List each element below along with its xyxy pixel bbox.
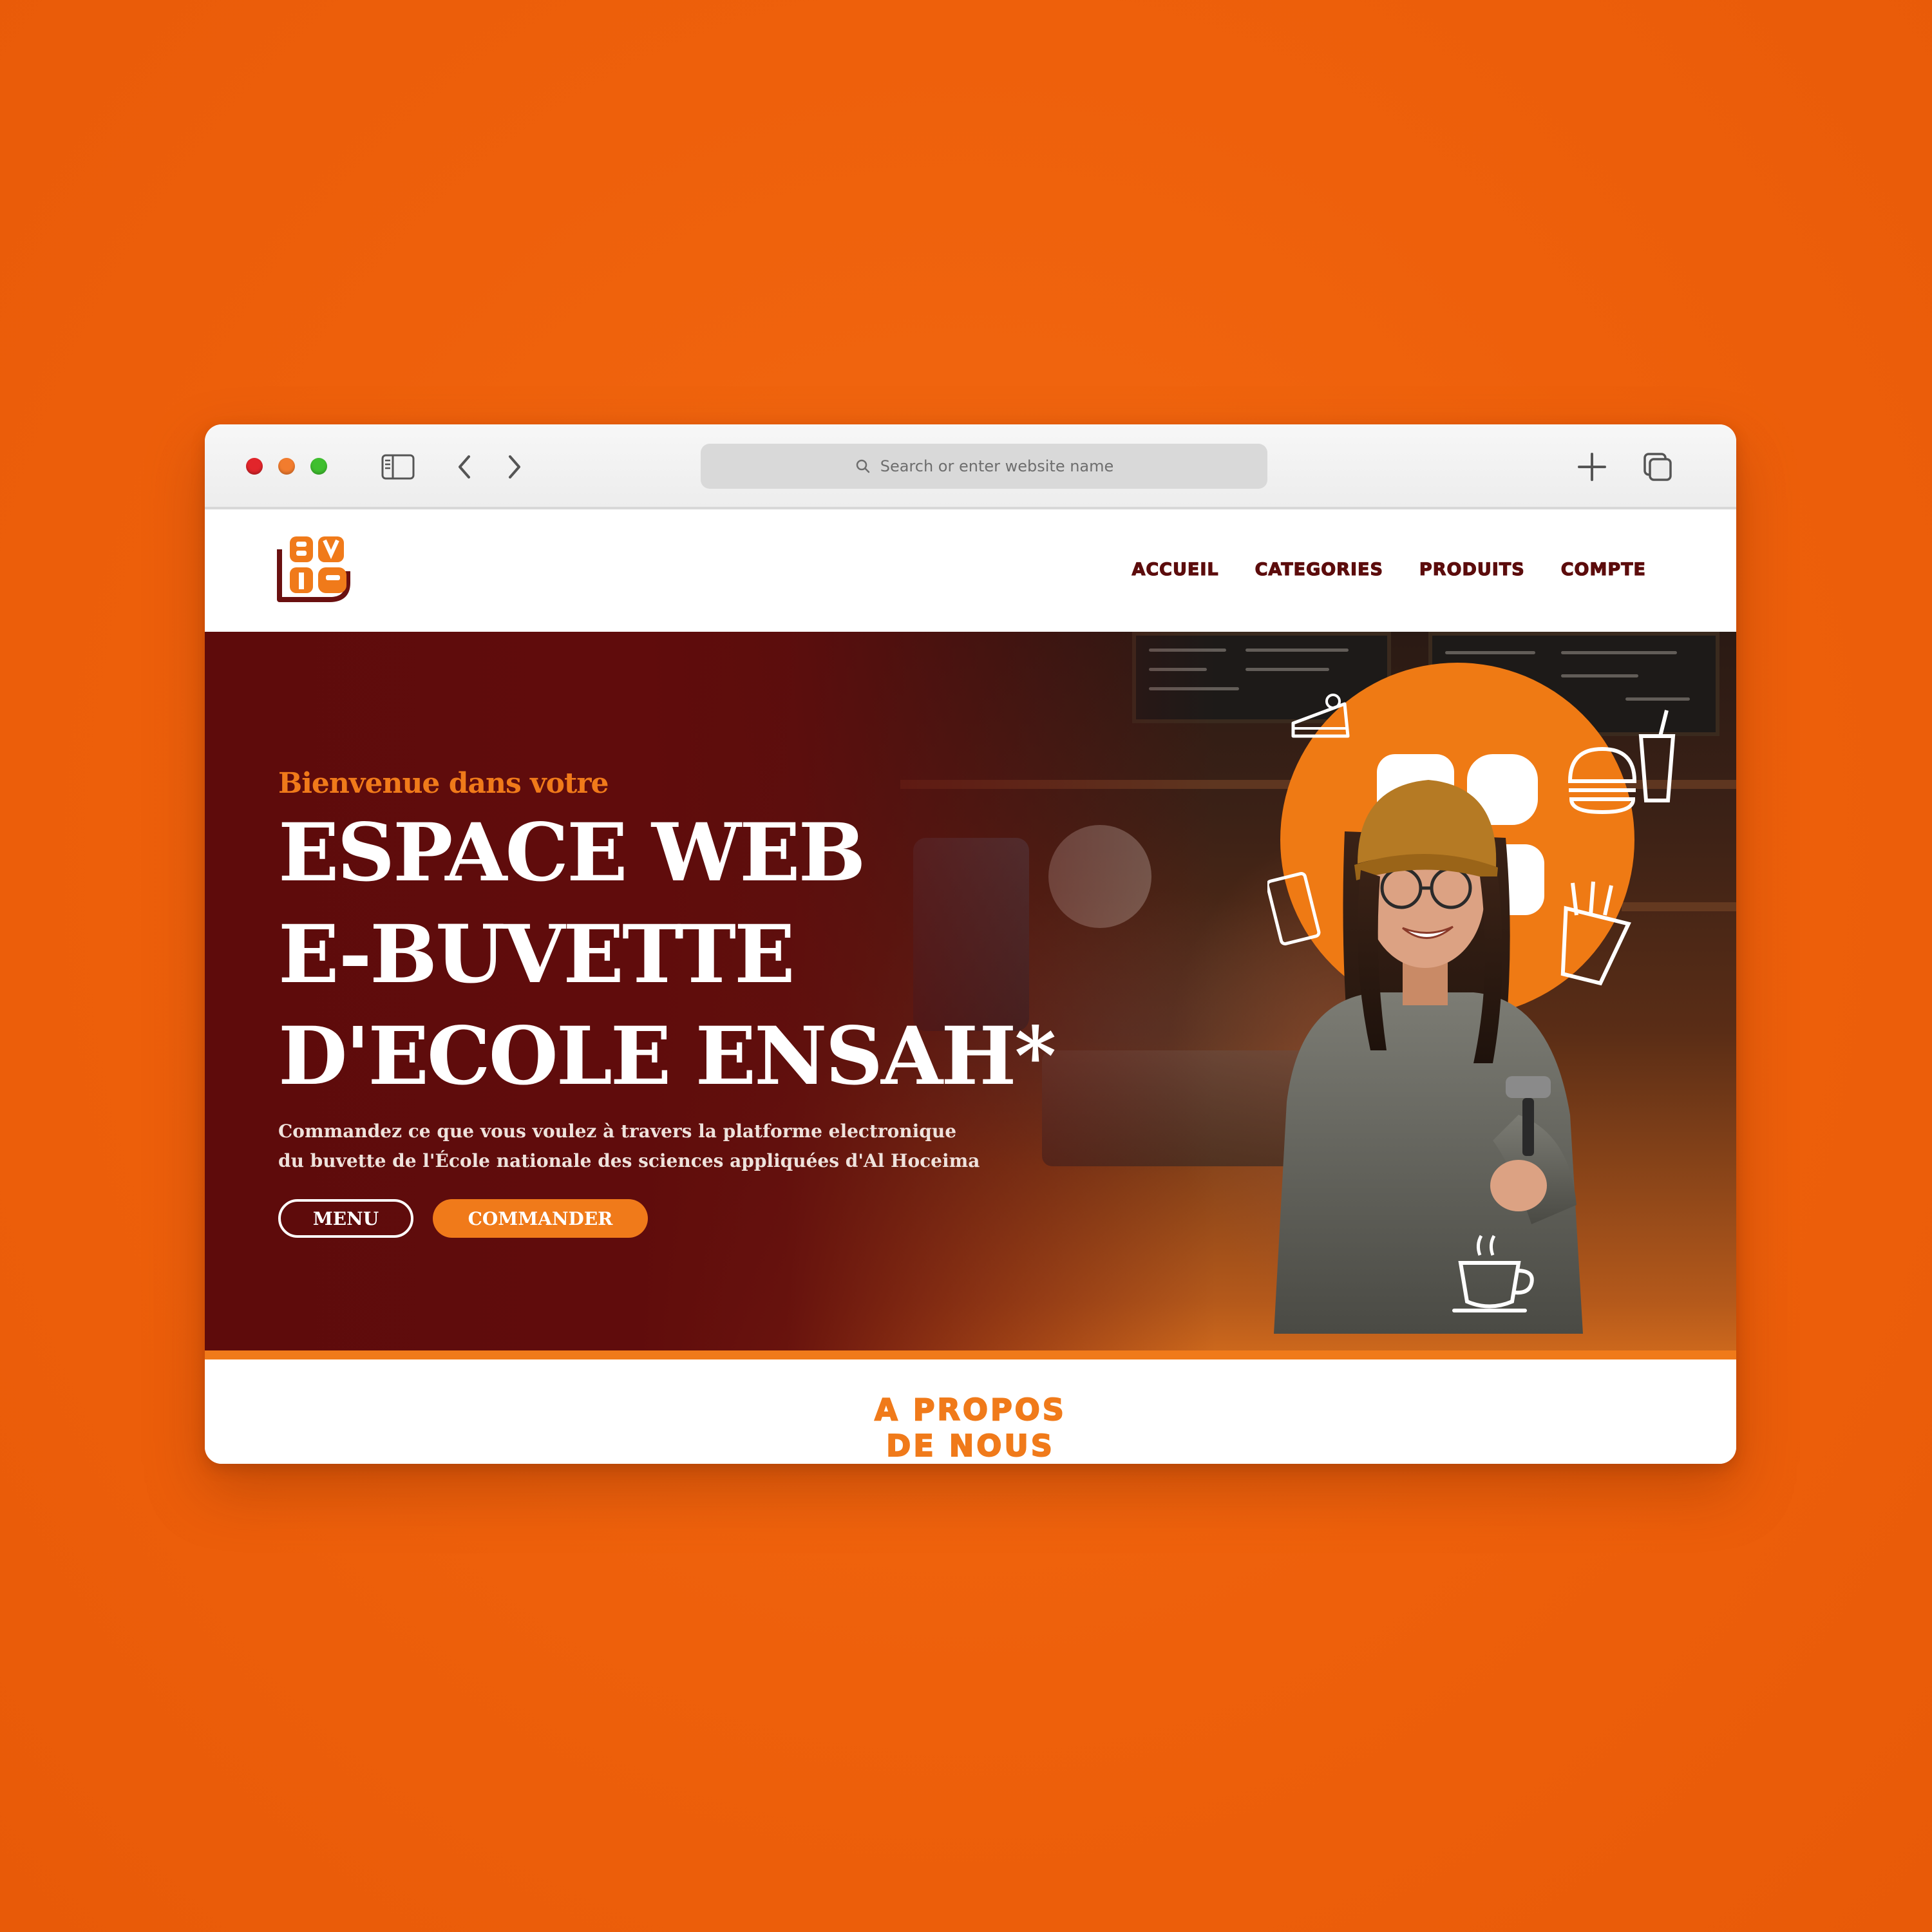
address-bar[interactable]: Search or enter website name: [701, 444, 1267, 489]
back-icon[interactable]: [447, 449, 483, 485]
burger-soda-icon: [1567, 710, 1676, 815]
forward-icon[interactable]: [496, 449, 532, 485]
about-title: A PROPOS DE NOUS: [874, 1392, 1066, 1464]
cake-slice-icon: [1291, 694, 1350, 738]
hero-eyebrow: Bienvenue dans votre: [278, 767, 609, 800]
address-placeholder: Search or enter website name: [880, 457, 1114, 475]
hero-divider: [205, 1350, 1736, 1359]
hero-subtitle: Commandez ce que vous voulez à travers l…: [278, 1121, 980, 1171]
nav-produits[interactable]: PRODUITS: [1419, 559, 1525, 580]
bvte-logo[interactable]: [276, 533, 353, 607]
hero-section: Bienvenue dans votre ESPACE WEB E-BUVETT…: [205, 632, 1736, 1359]
nav-accueil[interactable]: ACCUEIL: [1132, 559, 1218, 580]
coffee-cup-icon: [1452, 1235, 1534, 1312]
minimize-window-button[interactable]: [278, 458, 295, 475]
hero-headline: ESPACE WEB E-BUVETTE D'ECOLE ENSAH*: [278, 806, 1056, 1103]
sidebar-icon[interactable]: [380, 449, 416, 485]
browser-window: Search or enter website name ACCUEIL CAT…: [205, 424, 1736, 1464]
close-window-button[interactable]: [246, 458, 263, 475]
menu-button[interactable]: MENU: [278, 1199, 413, 1238]
site-header: ACCUEIL CATEGORIES PRODUITS COMPTE: [205, 509, 1736, 632]
nav-compte[interactable]: COMPTE: [1560, 559, 1646, 580]
menu-card-icon: [1267, 872, 1321, 945]
search-icon: [856, 459, 869, 473]
tabs-overview-icon[interactable]: [1640, 449, 1676, 485]
main-nav: ACCUEIL CATEGORIES PRODUITS COMPTE: [1132, 559, 1646, 580]
maximize-window-button[interactable]: [310, 458, 327, 475]
about-section: A PROPOS DE NOUS: [205, 1359, 1736, 1464]
browser-toolbar: Search or enter website name: [205, 424, 1736, 509]
order-button[interactable]: COMMANDER: [433, 1199, 648, 1238]
hero-copy: Bienvenue dans votre ESPACE WEB E-BUVETT…: [278, 767, 1056, 1238]
new-tab-icon[interactable]: [1574, 449, 1610, 485]
hero-buttons: MENU COMMANDER: [278, 1199, 1054, 1238]
nav-categories[interactable]: CATEGORIES: [1255, 559, 1383, 580]
fries-icon: [1560, 881, 1631, 986]
